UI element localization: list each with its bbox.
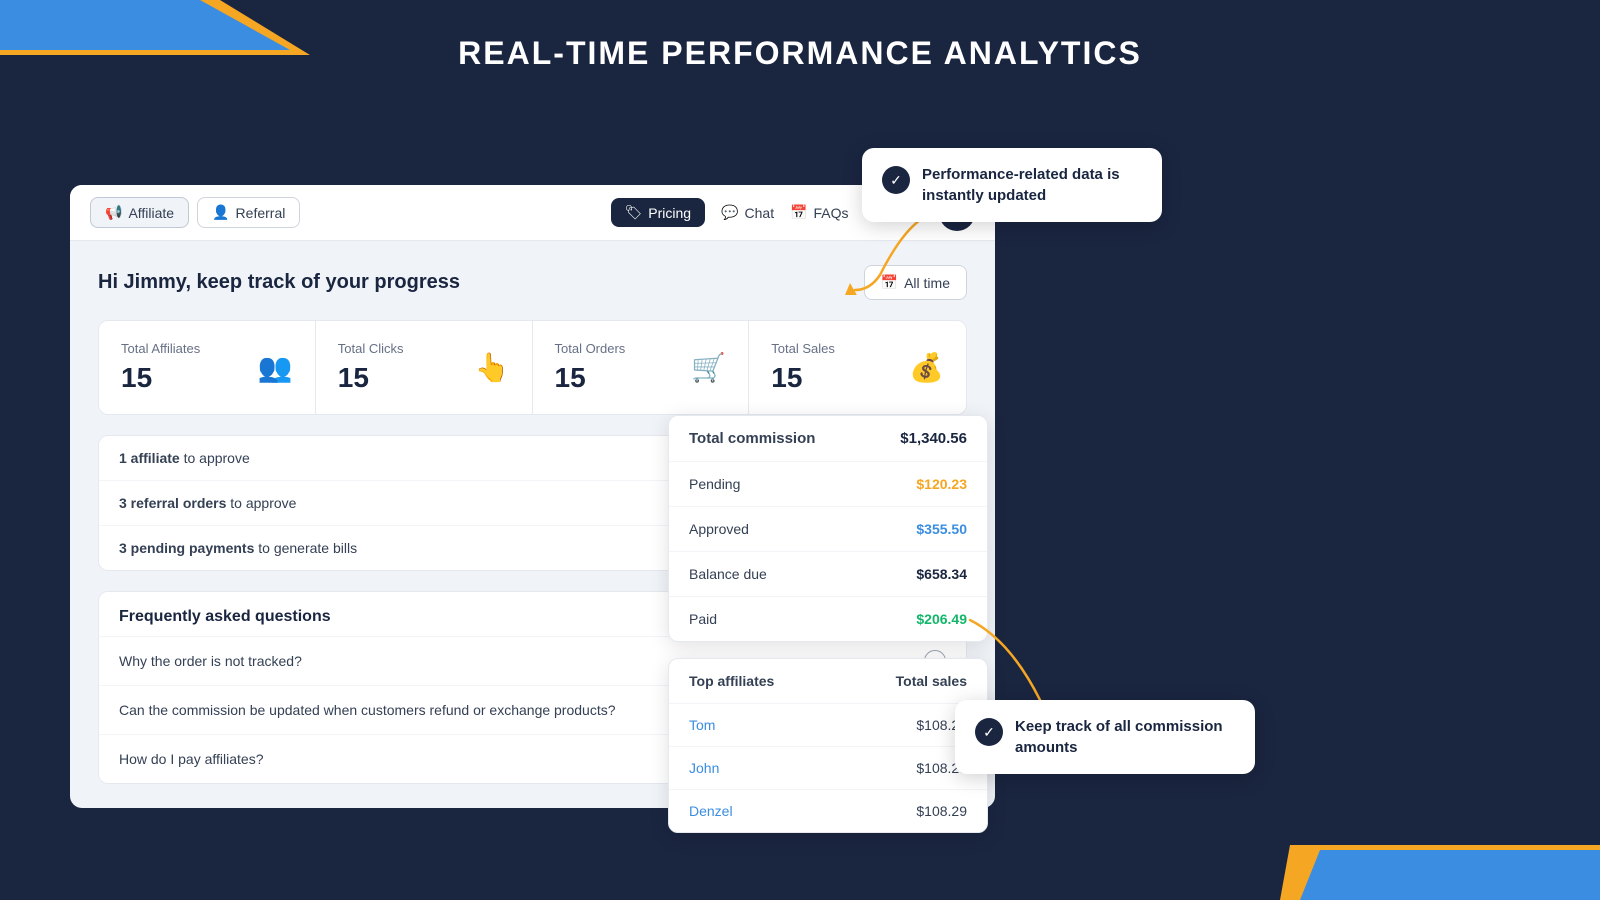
commission-approved-value: $355.50 [916,521,967,537]
affiliate-name-john[interactable]: John [689,760,719,776]
tooltip-top: ✓ Performance-related data is instantly … [862,148,1162,222]
action-affiliate-text: 1 affiliate to approve [119,450,250,466]
stat-total-orders: Total Orders 15 🛒 [533,321,750,414]
cursor-icon: 👆 [475,351,510,384]
commission-balance-row: Balance due $658.34 [669,552,987,597]
tag-icon: 🏷 [625,204,643,221]
corner-decoration-bottom-right-blue [1300,850,1600,900]
stat-sales-label: Total Sales [771,341,835,356]
faq-question-1: Why the order is not tracked? [119,653,302,669]
action-payments-text: 3 pending payments to generate bills [119,540,357,556]
page-title: REAL-TIME PERFORMANCE ANALYTICS [0,35,1600,72]
stat-clicks-value: 15 [338,362,404,394]
commission-paid-label: Paid [689,611,717,627]
affiliates-panel: Top affiliates Total sales Tom $108.29 J… [668,658,988,833]
faq-question-3: How do I pay affiliates? [119,751,264,767]
affiliate-row-tom: Tom $108.29 [669,704,987,747]
stat-orders-value: 15 [555,362,626,394]
stat-affiliates-label: Total Affiliates [121,341,200,356]
nav-chat-link[interactable]: 💬 Chat [721,204,774,221]
stat-affiliates-value: 15 [121,362,200,394]
tooltip-top-text: Performance-related data is instantly up… [922,164,1142,206]
affiliate-sales-denzel: $108.29 [916,803,967,819]
chat-icon: 💬 [721,204,738,221]
coins-icon: 💰 [909,351,944,384]
nav-affiliate-button[interactable]: 📢 Affiliate [90,197,189,228]
commission-approved-row: Approved $355.50 [669,507,987,552]
affiliate-row-john: John $108.29 [669,747,987,790]
stat-orders-label: Total Orders [555,341,626,356]
action-referral-text: 3 referral orders to approve [119,495,296,511]
stat-sales-value: 15 [771,362,835,394]
commission-approved-label: Approved [689,521,749,537]
commission-balance-label: Balance due [689,566,767,582]
nav-referral-button[interactable]: 👤 Referral [197,197,300,228]
commission-total-row: Total commission $1,340.56 [669,416,987,462]
cart-icon: 🛒 [691,351,726,384]
nav-left: 📢 Affiliate 👤 Referral [90,197,603,228]
users-icon: 👥 [258,351,293,384]
affiliate-name-denzel[interactable]: Denzel [689,803,733,819]
stat-total-sales: Total Sales 15 💰 [749,321,966,414]
tooltip-bottom-text: Keep track of all commission amounts [1015,716,1235,758]
commission-total-value: $1,340.56 [900,430,967,447]
commission-balance-value: $658.34 [916,566,967,582]
affiliates-col2-label: Total sales [896,673,967,689]
stat-clicks-label: Total Clicks [338,341,404,356]
greeting: Hi Jimmy, keep track of your progress [98,271,460,294]
nav-pricing-link[interactable]: 🏷 Pricing [611,198,706,227]
commission-pending-value: $120.23 [916,476,967,492]
affiliate-row-denzel: Denzel $108.29 [669,790,987,832]
person-icon: 👤 [212,204,229,221]
nav-referral-label: Referral [236,205,286,221]
commission-paid-row: Paid $206.49 [669,597,987,641]
nav-affiliate-label: Affiliate [128,205,174,221]
megaphone-icon: 📢 [105,204,122,221]
stats-row: Total Affiliates 15 👥 Total Clicks 15 👆 … [98,320,967,415]
arrow-top [840,215,930,295]
affiliates-header: Top affiliates Total sales [669,659,987,704]
faq-question-2: Can the commission be updated when custo… [119,702,616,718]
affiliates-col1-label: Top affiliates [689,673,774,689]
commission-pending-label: Pending [689,476,740,492]
affiliate-name-tom[interactable]: Tom [689,717,715,733]
commission-pending-row: Pending $120.23 [669,462,987,507]
tooltip-bottom: ✓ Keep track of all commission amounts [955,700,1255,774]
stat-total-affiliates: Total Affiliates 15 👥 [99,321,316,414]
stat-total-clicks: Total Clicks 15 👆 [316,321,533,414]
tooltip-check-icon: ✓ [882,166,910,194]
nav-pricing-label: Pricing [648,205,691,221]
nav-chat-label: Chat [745,205,775,221]
calendar-icon: 📅 [790,204,807,221]
commission-total-label: Total commission [689,430,815,447]
content-header: Hi Jimmy, keep track of your progress 📅 … [98,265,967,300]
tooltip-bottom-check-icon: ✓ [975,718,1003,746]
commission-panel: Total commission $1,340.56 Pending $120.… [668,415,988,642]
